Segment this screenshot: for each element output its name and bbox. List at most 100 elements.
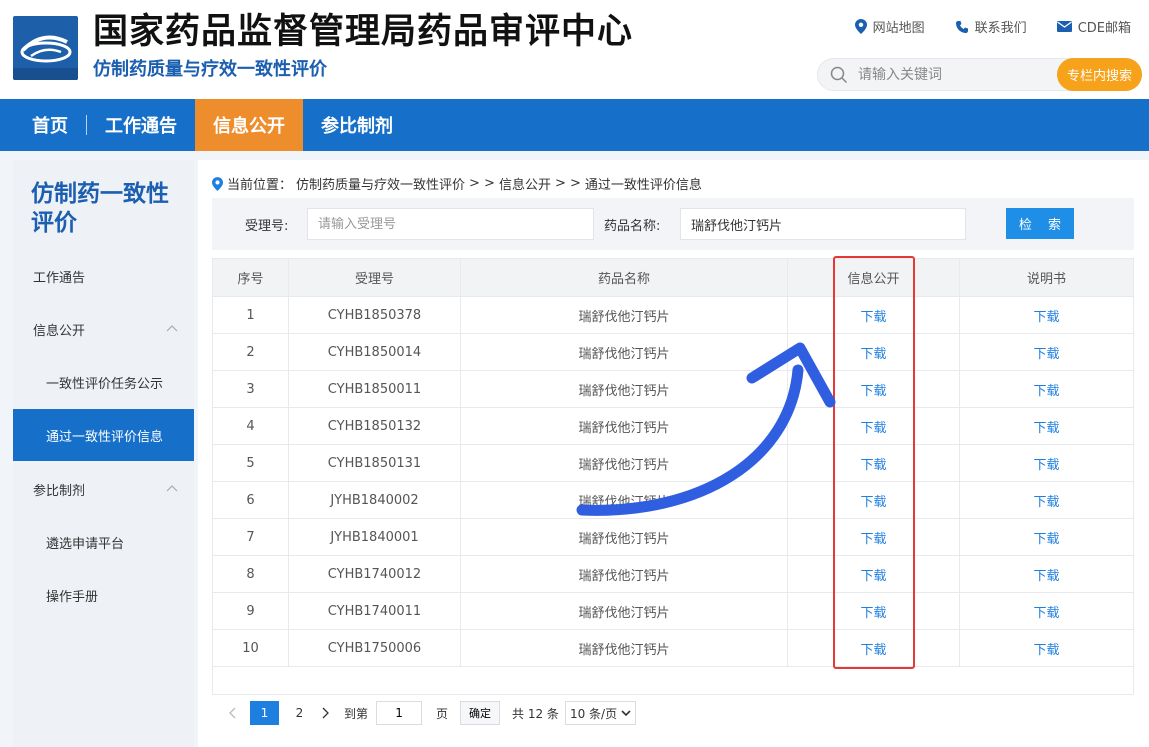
row-drug-name: 瑞舒伐他汀钙片 (461, 630, 788, 666)
row-index: 8 (212, 556, 289, 592)
info-download-link[interactable]: 下载 (860, 454, 886, 473)
search-button[interactable]: 检 索 (1006, 208, 1074, 239)
sidebar-item-label: 工作通告 (33, 270, 86, 286)
manual-download-link[interactable]: 下载 (1033, 380, 1059, 399)
site-map-link[interactable]: 网站地图 (854, 17, 925, 36)
sidebar-item-manual[interactable]: 操作手册 (13, 569, 194, 621)
cde-mail-label: CDE邮箱 (1077, 21, 1131, 36)
site-title: 国家药品监督管理局药品审评中心 (93, 12, 634, 52)
table-row: 10 CYHB1750006 瑞舒伐他汀钙片 下载 下载 (212, 630, 1134, 667)
breadcrumb-item-passed-info[interactable]: 通过一致性评价信息 (585, 174, 702, 193)
info-download-link[interactable]: 下载 (860, 565, 886, 584)
cde-mail-link[interactable]: CDE邮箱 (1056, 17, 1131, 36)
sidebar: 仿制药一致性评价 工作通告 信息公开 一致性评价任务公示 通过一致性评价信息 参… (13, 160, 194, 747)
sidebar-item-info-disclosure[interactable]: 信息公开 (13, 303, 194, 355)
info-download-link[interactable]: 下载 (860, 417, 886, 436)
sidebar-item-passed-evaluation[interactable]: 通过一致性评价信息 (13, 409, 194, 461)
row-accept-number: CYHB1850131 (289, 445, 461, 481)
table-row: 7 JYHB1840001 瑞舒伐他汀钙片 下载 下载 (212, 519, 1134, 556)
table-row: 5 CYHB1850131 瑞舒伐他汀钙片 下载 下载 (212, 445, 1134, 482)
info-download-link[interactable]: 下载 (860, 380, 886, 399)
column-header-info-disclosure: 信息公开 (788, 259, 960, 296)
sidebar-item-notices[interactable]: 工作通告 (13, 250, 194, 302)
breadcrumb-separator: > > (554, 176, 581, 191)
row-index: 5 (212, 445, 289, 481)
info-download-link[interactable]: 下载 (860, 639, 886, 658)
column-header-accept-number: 受理号 (289, 259, 461, 296)
location-pin-icon (854, 19, 867, 34)
row-drug-name: 瑞舒伐他汀钙片 (461, 371, 788, 407)
search-icon (830, 66, 848, 84)
page-unit-label: 页 (436, 706, 449, 721)
main-panel: 当前位置： 仿制药质量与疗效一致性评价 > > 信息公开 > > 通过一致性评价… (198, 160, 1149, 747)
column-header-index: 序号 (212, 259, 289, 296)
site-header: 国家药品监督管理局药品审评中心 仿制药质量与疗效一致性评价 网站地图 联系我们 … (0, 0, 1149, 99)
page-1-button[interactable]: 1 (250, 701, 279, 725)
site-logo[interactable] (13, 16, 78, 80)
manual-download-link[interactable]: 下载 (1033, 343, 1059, 362)
page-size-select[interactable]: 10 条/页 (564, 701, 637, 725)
site-map-label: 网站地图 (872, 21, 925, 36)
goto-page-input[interactable] (376, 701, 423, 725)
goto-label: 到第 (344, 706, 369, 721)
manual-download-link[interactable]: 下载 (1033, 417, 1059, 436)
manual-download-link[interactable]: 下载 (1033, 454, 1059, 473)
drug-name-label: 药品名称: (604, 219, 661, 234)
row-accept-number: CYHB1740011 (289, 593, 461, 629)
row-drug-name: 瑞舒伐他汀钙片 (461, 519, 788, 555)
sidebar-item-label: 通过一致性评价信息 (46, 429, 164, 445)
page-2-button[interactable]: 2 (285, 701, 314, 725)
manual-download-link[interactable]: 下载 (1033, 639, 1059, 658)
row-index: 10 (212, 630, 289, 666)
sidebar-item-label: 操作手册 (46, 589, 99, 605)
breadcrumb-item-info-disclosure[interactable]: 信息公开 (499, 174, 551, 193)
manual-download-link[interactable]: 下载 (1033, 528, 1059, 547)
nav-home[interactable]: 首页 (0, 99, 86, 151)
table-row: 6 JYHB1840002 瑞舒伐他汀钙片 下载 下载 (212, 482, 1134, 519)
info-download-link[interactable]: 下载 (860, 602, 886, 621)
sidebar-item-task-announcement[interactable]: 一致性评价任务公示 (13, 356, 194, 408)
sidebar-item-selection-platform[interactable]: 遴选申请平台 (13, 516, 194, 568)
row-drug-name: 瑞舒伐他汀钙片 (461, 297, 788, 333)
filter-bar: 受理号: 药品名称: 检 索 (212, 198, 1134, 250)
breadcrumb-prefix: 当前位置： (227, 178, 293, 193)
info-download-link[interactable]: 下载 (860, 528, 886, 547)
breadcrumb-item-consistency[interactable]: 仿制药质量与疗效一致性评价 (296, 174, 465, 193)
drug-name-input[interactable] (680, 208, 966, 240)
info-download-link[interactable]: 下载 (860, 306, 886, 325)
site-subtitle: 仿制药质量与疗效一致性评价 (93, 59, 327, 80)
row-drug-name: 瑞舒伐他汀钙片 (461, 334, 788, 370)
row-accept-number: JYHB1840001 (289, 519, 461, 555)
site-search: 专栏内搜索 (817, 58, 1142, 91)
table-row: 4 CYHB1850132 瑞舒伐他汀钙片 下载 下载 (212, 408, 1134, 445)
breadcrumb: 当前位置： 仿制药质量与疗效一致性评价 > > 信息公开 > > 通过一致性评价… (212, 174, 702, 193)
column-search-button[interactable]: 专栏内搜索 (1057, 58, 1142, 91)
table-row: 1 CYHB1850378 瑞舒伐他汀钙片 下载 下载 (212, 297, 1134, 334)
manual-download-link[interactable]: 下载 (1033, 602, 1059, 621)
keyword-search-input[interactable] (858, 65, 1048, 85)
nav-reference-preparation[interactable]: 参比制剂 (303, 99, 411, 151)
manual-download-link[interactable]: 下载 (1033, 491, 1059, 510)
results-table: 序号 受理号 药品名称 信息公开 说明书 1 CYHB1850378 瑞舒伐他汀… (212, 258, 1134, 695)
row-drug-name: 瑞舒伐他汀钙片 (461, 408, 788, 444)
row-index: 3 (212, 371, 289, 407)
next-page-icon[interactable] (322, 707, 330, 719)
contact-link[interactable]: 联系我们 (955, 17, 1027, 36)
nav-info-disclosure[interactable]: 信息公开 (195, 99, 303, 151)
goto-confirm-button[interactable]: 确定 (460, 701, 501, 725)
accept-number-input[interactable] (307, 208, 594, 240)
sidebar-item-label: 信息公开 (33, 323, 86, 339)
manual-download-link[interactable]: 下载 (1033, 306, 1059, 325)
manual-download-link[interactable]: 下载 (1033, 565, 1059, 584)
sidebar-title: 仿制药一致性评价 (31, 181, 169, 236)
info-download-link[interactable]: 下载 (860, 343, 886, 362)
nav-notices[interactable]: 工作通告 (87, 99, 195, 151)
prev-page-icon[interactable] (228, 707, 236, 719)
sidebar-item-label: 遴选申请平台 (46, 536, 125, 552)
table-header-row: 序号 受理号 药品名称 信息公开 说明书 (212, 258, 1134, 297)
sidebar-item-reference-preparation[interactable]: 参比制剂 (13, 463, 194, 515)
location-pin-icon (212, 176, 223, 191)
table-row: 3 CYHB1850011 瑞舒伐他汀钙片 下载 下载 (212, 371, 1134, 408)
table-footer-spacer (212, 667, 1134, 695)
info-download-link[interactable]: 下载 (860, 491, 886, 510)
